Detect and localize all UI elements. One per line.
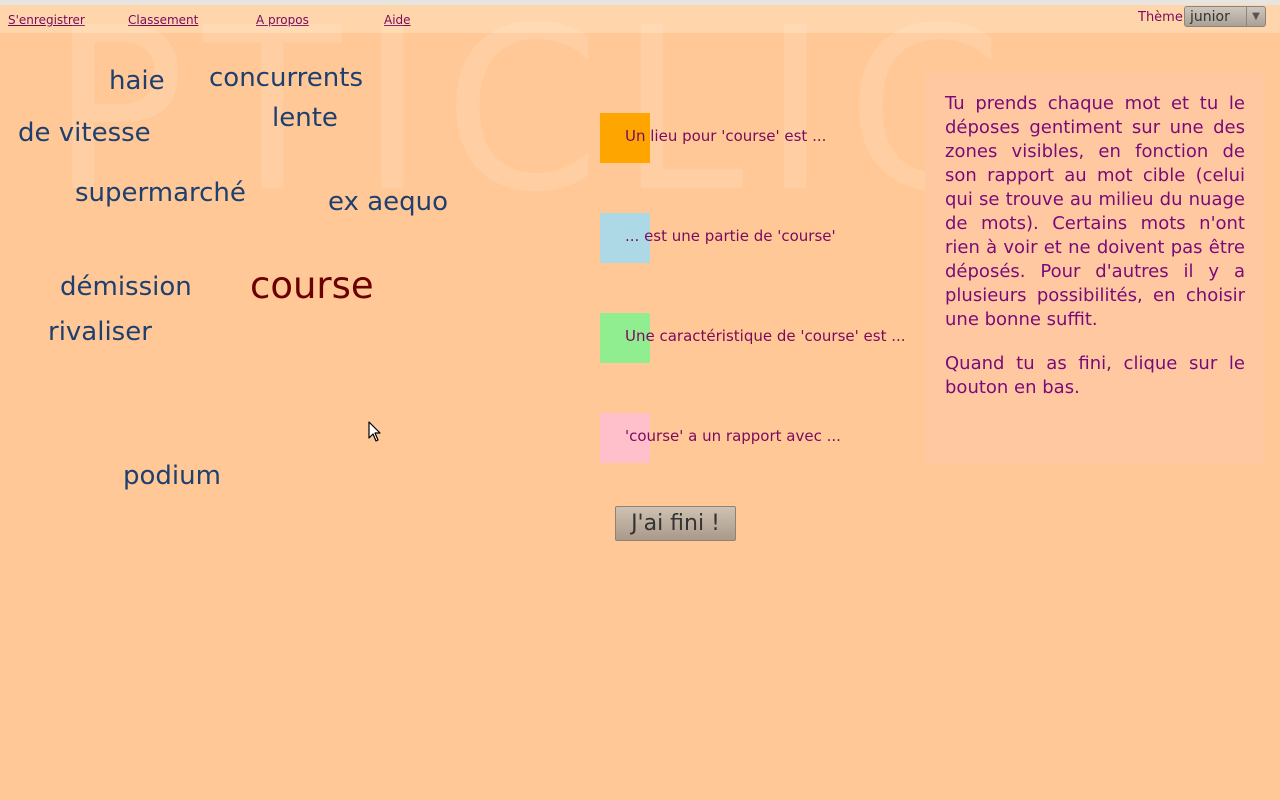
ranking-link[interactable]: Classement — [128, 13, 198, 27]
instructions-panel: Tu prends chaque mot et tu le déposes ge… — [925, 72, 1265, 464]
help-link[interactable]: Aide — [384, 13, 411, 27]
theme-label: Thème — [1138, 10, 1183, 25]
about-link[interactable]: A propos — [256, 13, 309, 27]
target-word: course — [250, 264, 374, 307]
word-de-vitesse[interactable]: de vitesse — [18, 118, 151, 148]
theme-select[interactable]: junior ▼ — [1184, 6, 1266, 27]
instructions-paragraph-2: Quand tu as fini, clique sur le bouton e… — [945, 353, 1245, 398]
word-rivaliser[interactable]: rivaliser — [48, 317, 152, 347]
register-link[interactable]: S'enregistrer — [8, 13, 85, 27]
word-ex-aequo[interactable]: ex aequo — [328, 187, 448, 217]
word-concurrents[interactable]: concurrents — [209, 63, 363, 93]
zone-label-characteristic: Une caractéristique de 'course' est ... — [625, 327, 906, 345]
word-demission[interactable]: démission — [60, 272, 192, 302]
zone-label-place: Un lieu pour 'course' est ... — [625, 127, 827, 145]
word-haie[interactable]: haie — [109, 66, 165, 96]
word-podium[interactable]: podium — [123, 461, 221, 491]
chevron-down-icon: ▼ — [1246, 7, 1265, 26]
zone-label-related: 'course' a un rapport avec ... — [625, 427, 841, 445]
menu-bar: S'enregistrer Classement A propos Aide T… — [0, 5, 1280, 33]
word-lente[interactable]: lente — [272, 103, 338, 133]
mouse-cursor-icon — [368, 421, 381, 442]
instructions-paragraph-1: Tu prends chaque mot et tu le déposes ge… — [945, 93, 1245, 330]
game-page: S'enregistrer Classement A propos Aide T… — [0, 0, 1280, 800]
word-supermarche[interactable]: supermarché — [75, 178, 246, 208]
theme-selected-value: junior — [1190, 9, 1230, 25]
done-button[interactable]: J'ai fini ! — [615, 506, 736, 541]
zone-label-part: ... est une partie de 'course' — [625, 227, 836, 245]
